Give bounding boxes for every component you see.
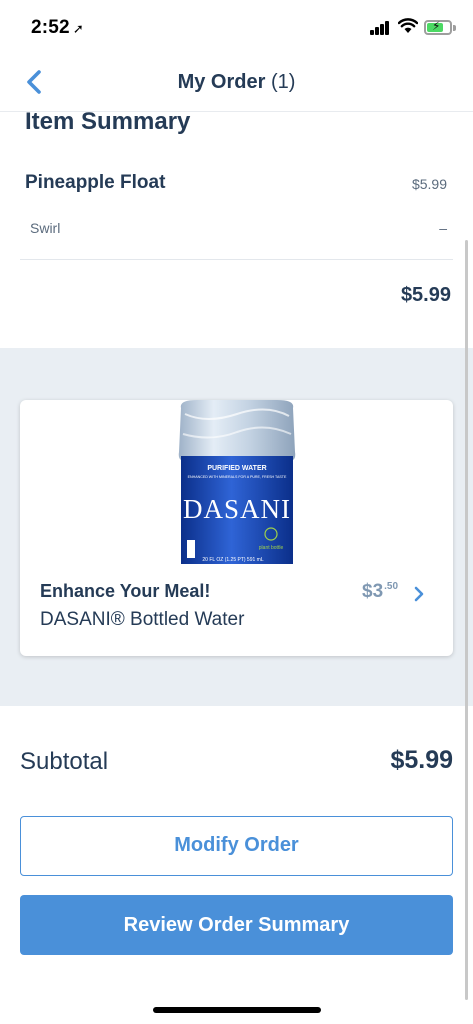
upsell-heading: Enhance Your Meal!	[40, 581, 211, 601]
status-time: 2:52 ➚	[31, 17, 84, 39]
wifi-icon	[398, 18, 418, 33]
modifier-name: Swirl	[30, 220, 61, 236]
svg-text:plant bottle: plant bottle	[259, 545, 284, 551]
chevron-right-icon[interactable]	[413, 586, 425, 602]
item-total: $5.99	[400, 284, 451, 306]
modifier-price: –	[439, 220, 447, 236]
divider	[20, 259, 453, 260]
svg-text:ENHANCED WITH MINERALS FOR A P: ENHANCED WITH MINERALS FOR A PURE, FRESH…	[188, 475, 287, 479]
modify-order-button[interactable]: Modify Order	[20, 816, 453, 876]
item-name: Pineapple Float	[25, 172, 166, 193]
svg-text:PURIFIED WATER: PURIFIED WATER	[207, 465, 266, 472]
battery-icon: ⚡	[424, 19, 452, 35]
svg-text:20 FL OZ (1.25 PT) 591 mL: 20 FL OZ (1.25 PT) 591 mL	[202, 557, 263, 563]
status-bar: 2:52 ➚ ⚡	[0, 0, 473, 56]
item-summary-heading: Item Summary	[25, 108, 191, 135]
cellular-signal-icon	[370, 21, 392, 35]
upsell-price-dollars: $3	[362, 581, 384, 602]
home-indicator[interactable]	[153, 1007, 321, 1013]
page-title: My Order (1)	[0, 71, 473, 94]
battery-cap	[453, 25, 456, 31]
upsell-price: $3.50	[362, 581, 398, 603]
subtotal-value: $5.99	[390, 746, 453, 774]
item-price: $5.99	[411, 176, 447, 192]
clock: 2:52	[31, 17, 70, 38]
subtotal-label: Subtotal	[20, 748, 109, 775]
page-title-text: My Order	[177, 71, 266, 93]
scrollbar[interactable]	[465, 240, 468, 1000]
review-order-summary-button[interactable]: Review Order Summary	[20, 895, 453, 955]
navigation-bar: My Order (1)	[0, 56, 473, 112]
svg-text:DASANI: DASANI	[183, 494, 291, 524]
upsell-card[interactable]: PURIFIED WATER ENHANCED WITH MINERALS FO…	[20, 400, 453, 656]
order-count: (1)	[270, 71, 296, 93]
upsell-item-name: DASANI® Bottled Water	[40, 609, 245, 630]
dasani-bottle-image: PURIFIED WATER ENHANCED WITH MINERALS FO…	[178, 400, 296, 564]
upsell-price-cents: .50	[384, 581, 399, 592]
location-arrow-icon: ➚	[72, 21, 84, 36]
